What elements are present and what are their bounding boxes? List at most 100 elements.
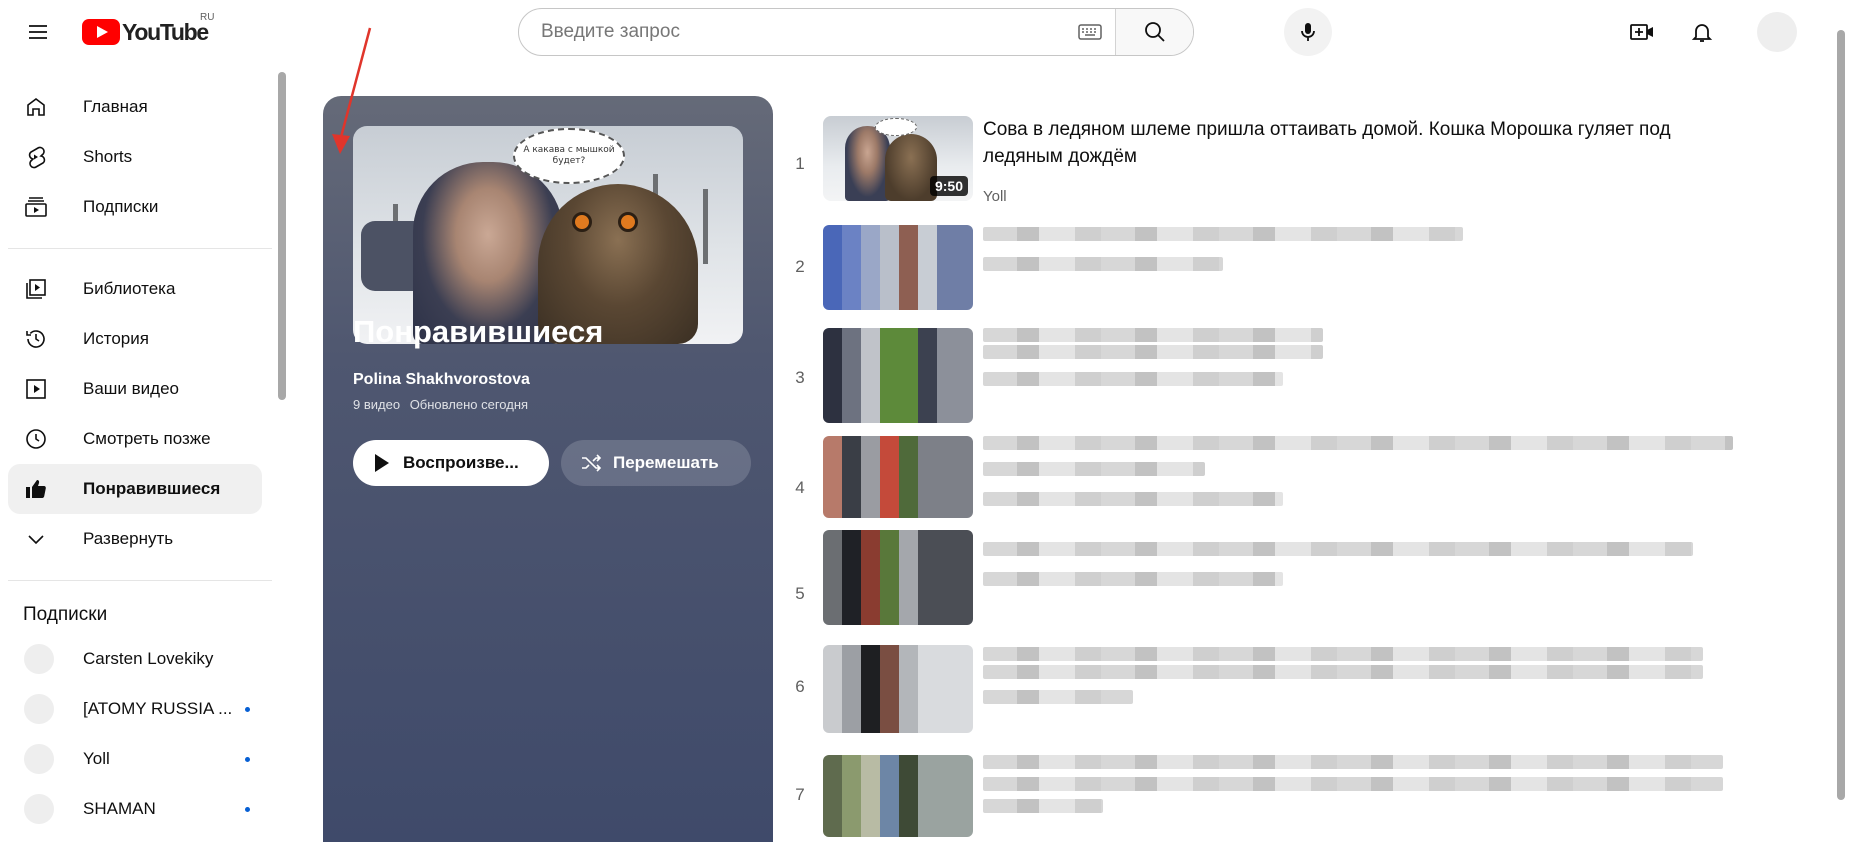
sidebar-item-label: Смотреть позже [83, 429, 211, 448]
sidebar-item-home[interactable]: Главная [8, 82, 262, 132]
sidebar-item-subscriptions[interactable]: Подписки [8, 182, 262, 232]
playlist-video-row[interactable]: 6 [790, 645, 1750, 737]
playlist-title: Понравившиеся [353, 314, 604, 349]
sidebar-item-expand[interactable]: Развернуть [8, 514, 262, 564]
sidebar-item-shorts[interactable]: Shorts [8, 132, 262, 182]
blurred-title [983, 436, 1733, 450]
playlist-meta: 9 видео Обновлено сегодня [353, 397, 528, 412]
blurred-channel [983, 372, 1283, 386]
video-index: 4 [795, 478, 805, 497]
page-scrollbar[interactable] [1837, 30, 1845, 800]
new-content-dot [245, 806, 250, 812]
speech-bubble: А какава с мышкой будет? [513, 128, 625, 184]
sidebar-item-label: Понравившиеся [83, 479, 221, 498]
playlist-owner[interactable]: Polina Shakhvorostova [353, 371, 530, 389]
sidebar-scrollbar[interactable] [278, 72, 286, 400]
subscriptions-icon [8, 195, 68, 219]
search-button[interactable] [1115, 9, 1193, 55]
playlist-video-row[interactable]: 4 [790, 436, 1750, 528]
play-icon [375, 454, 389, 472]
playlist-video-row[interactable]: 1 9:50 Сова в ледяном шлеме пришла оттаи… [790, 116, 1750, 208]
video-index: 1 [795, 154, 805, 173]
blurred-title [983, 328, 1323, 342]
notifications-bell-icon[interactable] [1682, 12, 1722, 52]
blurred-title [983, 777, 1723, 791]
channel-name: [ATOMY RUSSIA ... [83, 699, 233, 718]
keyboard-icon[interactable] [1065, 9, 1115, 55]
history-icon [8, 327, 68, 351]
subscription-item[interactable]: Carsten Lovekiky [8, 634, 262, 684]
video-count: 9 видео [353, 397, 401, 412]
sidebar-item-liked[interactable]: Понравившиеся [8, 464, 262, 514]
video-index: 6 [795, 677, 805, 696]
youtube-play-icon [82, 19, 120, 45]
blurred-thumbnail[interactable] [823, 645, 973, 733]
sidebar-item-label: Главная [83, 97, 148, 116]
blurred-title [983, 345, 1323, 359]
blurred-thumbnail[interactable] [823, 755, 973, 837]
sidebar-item-library[interactable]: Библиотека [8, 264, 262, 314]
subscription-item[interactable]: [ATOMY RUSSIA ... [8, 684, 262, 734]
channel-name: Yoll [83, 749, 110, 768]
video-title[interactable]: Сова в ледяном шлеме пришла оттаивать до… [983, 116, 1753, 170]
search-input[interactable] [519, 9, 1065, 55]
blurred-title [983, 542, 1693, 556]
video-index: 3 [795, 368, 805, 387]
menu-icon[interactable] [18, 12, 58, 52]
subscriptions-heading: Подписки [23, 604, 108, 625]
new-content-dot [245, 756, 250, 762]
annotation-arrow [332, 27, 372, 154]
blurred-thumbnail[interactable] [823, 328, 973, 423]
channel-avatar [24, 644, 54, 674]
blurred-thumbnail[interactable] [823, 436, 973, 518]
playlist-cover-image[interactable]: А какава с мышкой будет? [353, 126, 743, 344]
shuffle-button[interactable]: Перемешать [561, 440, 751, 486]
blurred-channel [983, 257, 1223, 271]
subscription-item[interactable]: Yoll [8, 734, 262, 784]
video-thumbnail[interactable]: 9:50 [823, 116, 973, 201]
sidebar-item-your-videos[interactable]: Ваши видео [8, 364, 262, 414]
channel-name: SHAMAN [83, 799, 156, 818]
sidebar: Главная Shorts Подписки Библиотека Истор… [0, 64, 272, 842]
blurred-channel [983, 572, 1283, 586]
watch-later-icon [8, 427, 68, 451]
blurred-channel [983, 492, 1283, 506]
shuffle-icon [579, 451, 603, 475]
your-videos-icon [8, 377, 68, 401]
blurred-thumbnail[interactable] [823, 225, 973, 310]
blurred-thumbnail[interactable] [823, 530, 973, 625]
channel-avatar [24, 744, 54, 774]
library-icon [8, 277, 68, 301]
channel-name: Carsten Lovekiky [83, 649, 214, 668]
video-channel[interactable]: Yoll [983, 188, 1007, 205]
play-all-button[interactable]: Воспроизве... [353, 440, 549, 486]
country-code: RU [200, 12, 215, 23]
playlist-video-row[interactable]: 3 [790, 328, 1750, 423]
updated-text: Обновлено сегодня [409, 397, 529, 412]
tree-decoration [703, 189, 708, 264]
create-video-icon[interactable] [1622, 12, 1662, 52]
playlist-video-row[interactable]: 2 [790, 225, 1750, 317]
blurred-channel [983, 690, 1133, 704]
video-index: 2 [795, 257, 805, 276]
owl-eye [618, 212, 638, 232]
search-icon [1144, 22, 1165, 42]
logo-text: YouTube [122, 18, 209, 45]
chevron-down-icon [8, 527, 68, 551]
youtube-logo[interactable]: YouTube RU [82, 12, 214, 46]
woman-figure [845, 126, 890, 201]
playlist-video-row[interactable]: 5 [790, 530, 1750, 625]
sidebar-item-watch-later[interactable]: Смотреть позже [8, 414, 262, 464]
account-avatar[interactable] [1757, 12, 1797, 52]
subscription-item[interactable]: SHAMAN [8, 784, 262, 834]
voice-search-button[interactable] [1284, 8, 1332, 56]
sidebar-item-label: Shorts [83, 147, 133, 166]
video-duration: 9:50 [929, 176, 968, 196]
sidebar-item-history[interactable]: История [8, 314, 262, 364]
sidebar-divider [8, 580, 272, 581]
sidebar-item-label: Подписки [83, 197, 159, 216]
blurred-title [983, 755, 1723, 769]
playlist-video-row[interactable]: 7 [790, 755, 1750, 847]
liked-icon [8, 477, 68, 501]
blurred-title [983, 647, 1703, 661]
